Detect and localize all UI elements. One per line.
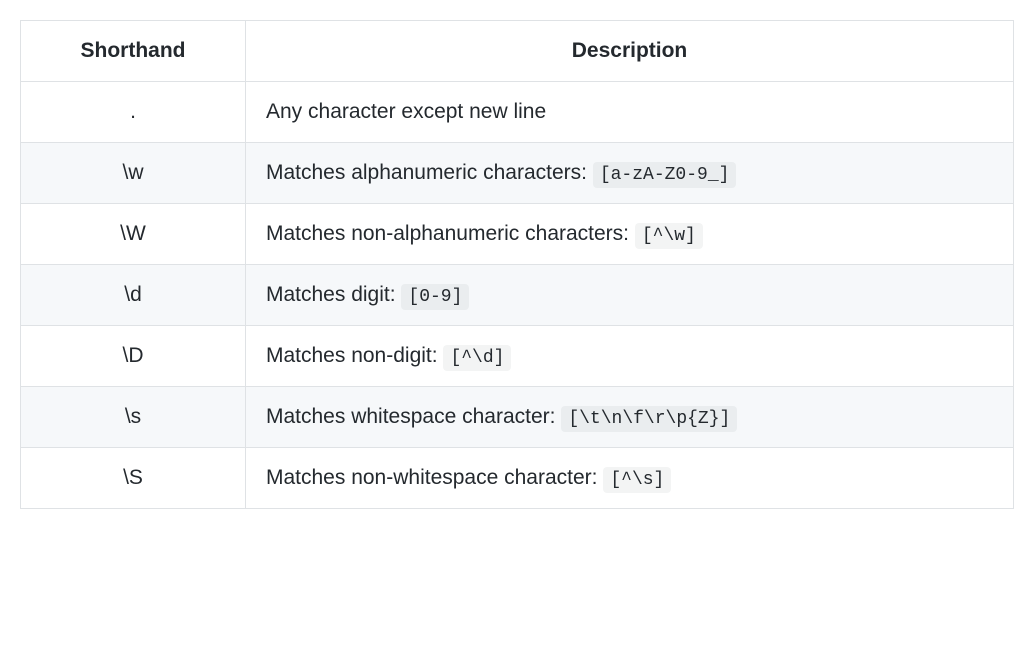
- description-text: Matches non-whitespace character:: [266, 466, 603, 489]
- cell-description: Matches alphanumeric characters: [a-zA-Z…: [246, 143, 1014, 204]
- table-row: \D Matches non-digit: [^\d]: [21, 326, 1014, 387]
- regex-code: [0-9]: [401, 284, 469, 310]
- cell-description: Matches whitespace character: [\t\n\f\r\…: [246, 387, 1014, 448]
- description-text: Matches digit:: [266, 283, 401, 306]
- cell-shorthand: \W: [21, 204, 246, 265]
- regex-code: [^\s]: [603, 467, 671, 493]
- regex-shorthand-table: Shorthand Description . Any character ex…: [20, 20, 1014, 509]
- cell-shorthand: \D: [21, 326, 246, 387]
- table-row: \W Matches non-alphanumeric characters: …: [21, 204, 1014, 265]
- regex-code: [\t\n\f\r\p{Z}]: [561, 406, 737, 432]
- table-row: \w Matches alphanumeric characters: [a-z…: [21, 143, 1014, 204]
- cell-shorthand: \s: [21, 387, 246, 448]
- description-text: Matches alphanumeric characters:: [266, 161, 593, 184]
- table-row: \s Matches whitespace character: [\t\n\f…: [21, 387, 1014, 448]
- header-description: Description: [246, 21, 1014, 82]
- cell-description: Matches digit: [0-9]: [246, 265, 1014, 326]
- cell-shorthand: \d: [21, 265, 246, 326]
- table-row: \d Matches digit: [0-9]: [21, 265, 1014, 326]
- description-text: Matches whitespace character:: [266, 405, 561, 428]
- cell-description: Matches non-alphanumeric characters: [^\…: [246, 204, 1014, 265]
- cell-shorthand: .: [21, 82, 246, 143]
- cell-shorthand: \w: [21, 143, 246, 204]
- regex-code: [a-zA-Z0-9_]: [593, 162, 737, 188]
- description-text: Matches non-digit:: [266, 344, 443, 367]
- cell-description: Any character except new line: [246, 82, 1014, 143]
- table-row: . Any character except new line: [21, 82, 1014, 143]
- table-row: \S Matches non-whitespace character: [^\…: [21, 448, 1014, 509]
- cell-shorthand: \S: [21, 448, 246, 509]
- table-header-row: Shorthand Description: [21, 21, 1014, 82]
- regex-code: [^\w]: [635, 223, 703, 249]
- description-text: Matches non-alphanumeric characters:: [266, 222, 635, 245]
- header-shorthand: Shorthand: [21, 21, 246, 82]
- regex-code: [^\d]: [443, 345, 511, 371]
- cell-description: Matches non-digit: [^\d]: [246, 326, 1014, 387]
- cell-description: Matches non-whitespace character: [^\s]: [246, 448, 1014, 509]
- description-text: Any character except new line: [266, 100, 546, 123]
